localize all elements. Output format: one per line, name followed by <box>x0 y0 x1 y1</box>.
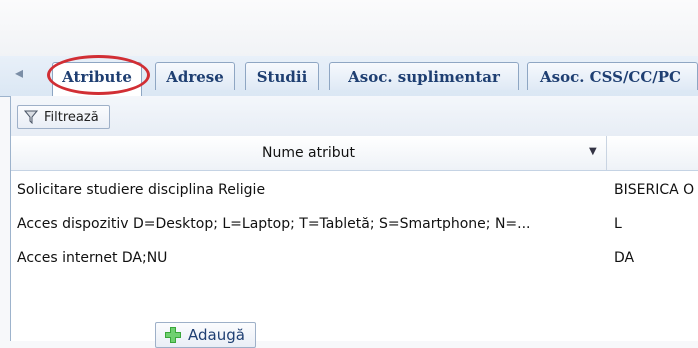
filter-button-label: Filtrează <box>44 110 99 125</box>
cell-attribute-value: L <box>614 216 622 232</box>
table-row[interactable]: Solicitare studiere disciplina Religie B… <box>11 175 698 206</box>
tab-studii[interactable]: Studii <box>245 62 319 90</box>
tab-adrese-label: Adrese <box>166 68 224 86</box>
cell-attribute-value: DA <box>614 250 635 266</box>
cell-attribute-name: Acces dispozitiv D=Desktop; L=Laptop; T=… <box>17 216 531 232</box>
tab-asoc-css-cc-pc[interactable]: Asoc. CSS/CC/PC <box>527 62 698 90</box>
tab-asoc-css-cc-pc-label: Asoc. CSS/CC/PC <box>540 68 681 86</box>
toolbar: Filtrează <box>11 96 698 137</box>
filter-button[interactable]: Filtrează <box>17 105 110 129</box>
tab-adrese[interactable]: Adrese <box>155 62 235 90</box>
column-header-nume-atribut[interactable]: Nume atribut <box>11 136 607 170</box>
chevron-left-icon[interactable]: ◂ <box>11 65 27 81</box>
table-row[interactable]: Acces dispozitiv D=Desktop; L=Laptop; T=… <box>11 209 698 240</box>
grid-header: Nume atribut ▼ <box>11 136 698 171</box>
attributes-panel: Filtrează Nume atribut ▼ Solicitare stud… <box>10 96 698 348</box>
cell-attribute-name: Solicitare studiere disciplina Religie <box>17 182 266 198</box>
tab-asoc-suplimentar[interactable]: Asoc. suplimentar <box>329 62 519 90</box>
cell-attribute-value: BISERICA O <box>614 182 695 198</box>
sort-down-icon[interactable]: ▼ <box>589 146 599 157</box>
add-button-label: Adaugă <box>188 326 245 344</box>
column-header-value[interactable] <box>611 136 698 170</box>
table-row[interactable]: Acces internet DA;NU DA <box>11 243 698 274</box>
filter-icon <box>24 110 38 124</box>
tab-highlight-circle <box>47 55 150 95</box>
add-button[interactable]: Adaugă <box>155 322 256 348</box>
column-header-label: Nume atribut <box>261 145 355 161</box>
cell-attribute-name: Acces internet DA;NU <box>17 250 168 266</box>
window-top-band <box>0 0 698 56</box>
plus-icon <box>165 327 181 343</box>
tab-asoc-suplimentar-label: Asoc. suplimentar <box>348 68 500 86</box>
tab-studii-label: Studii <box>256 68 308 86</box>
